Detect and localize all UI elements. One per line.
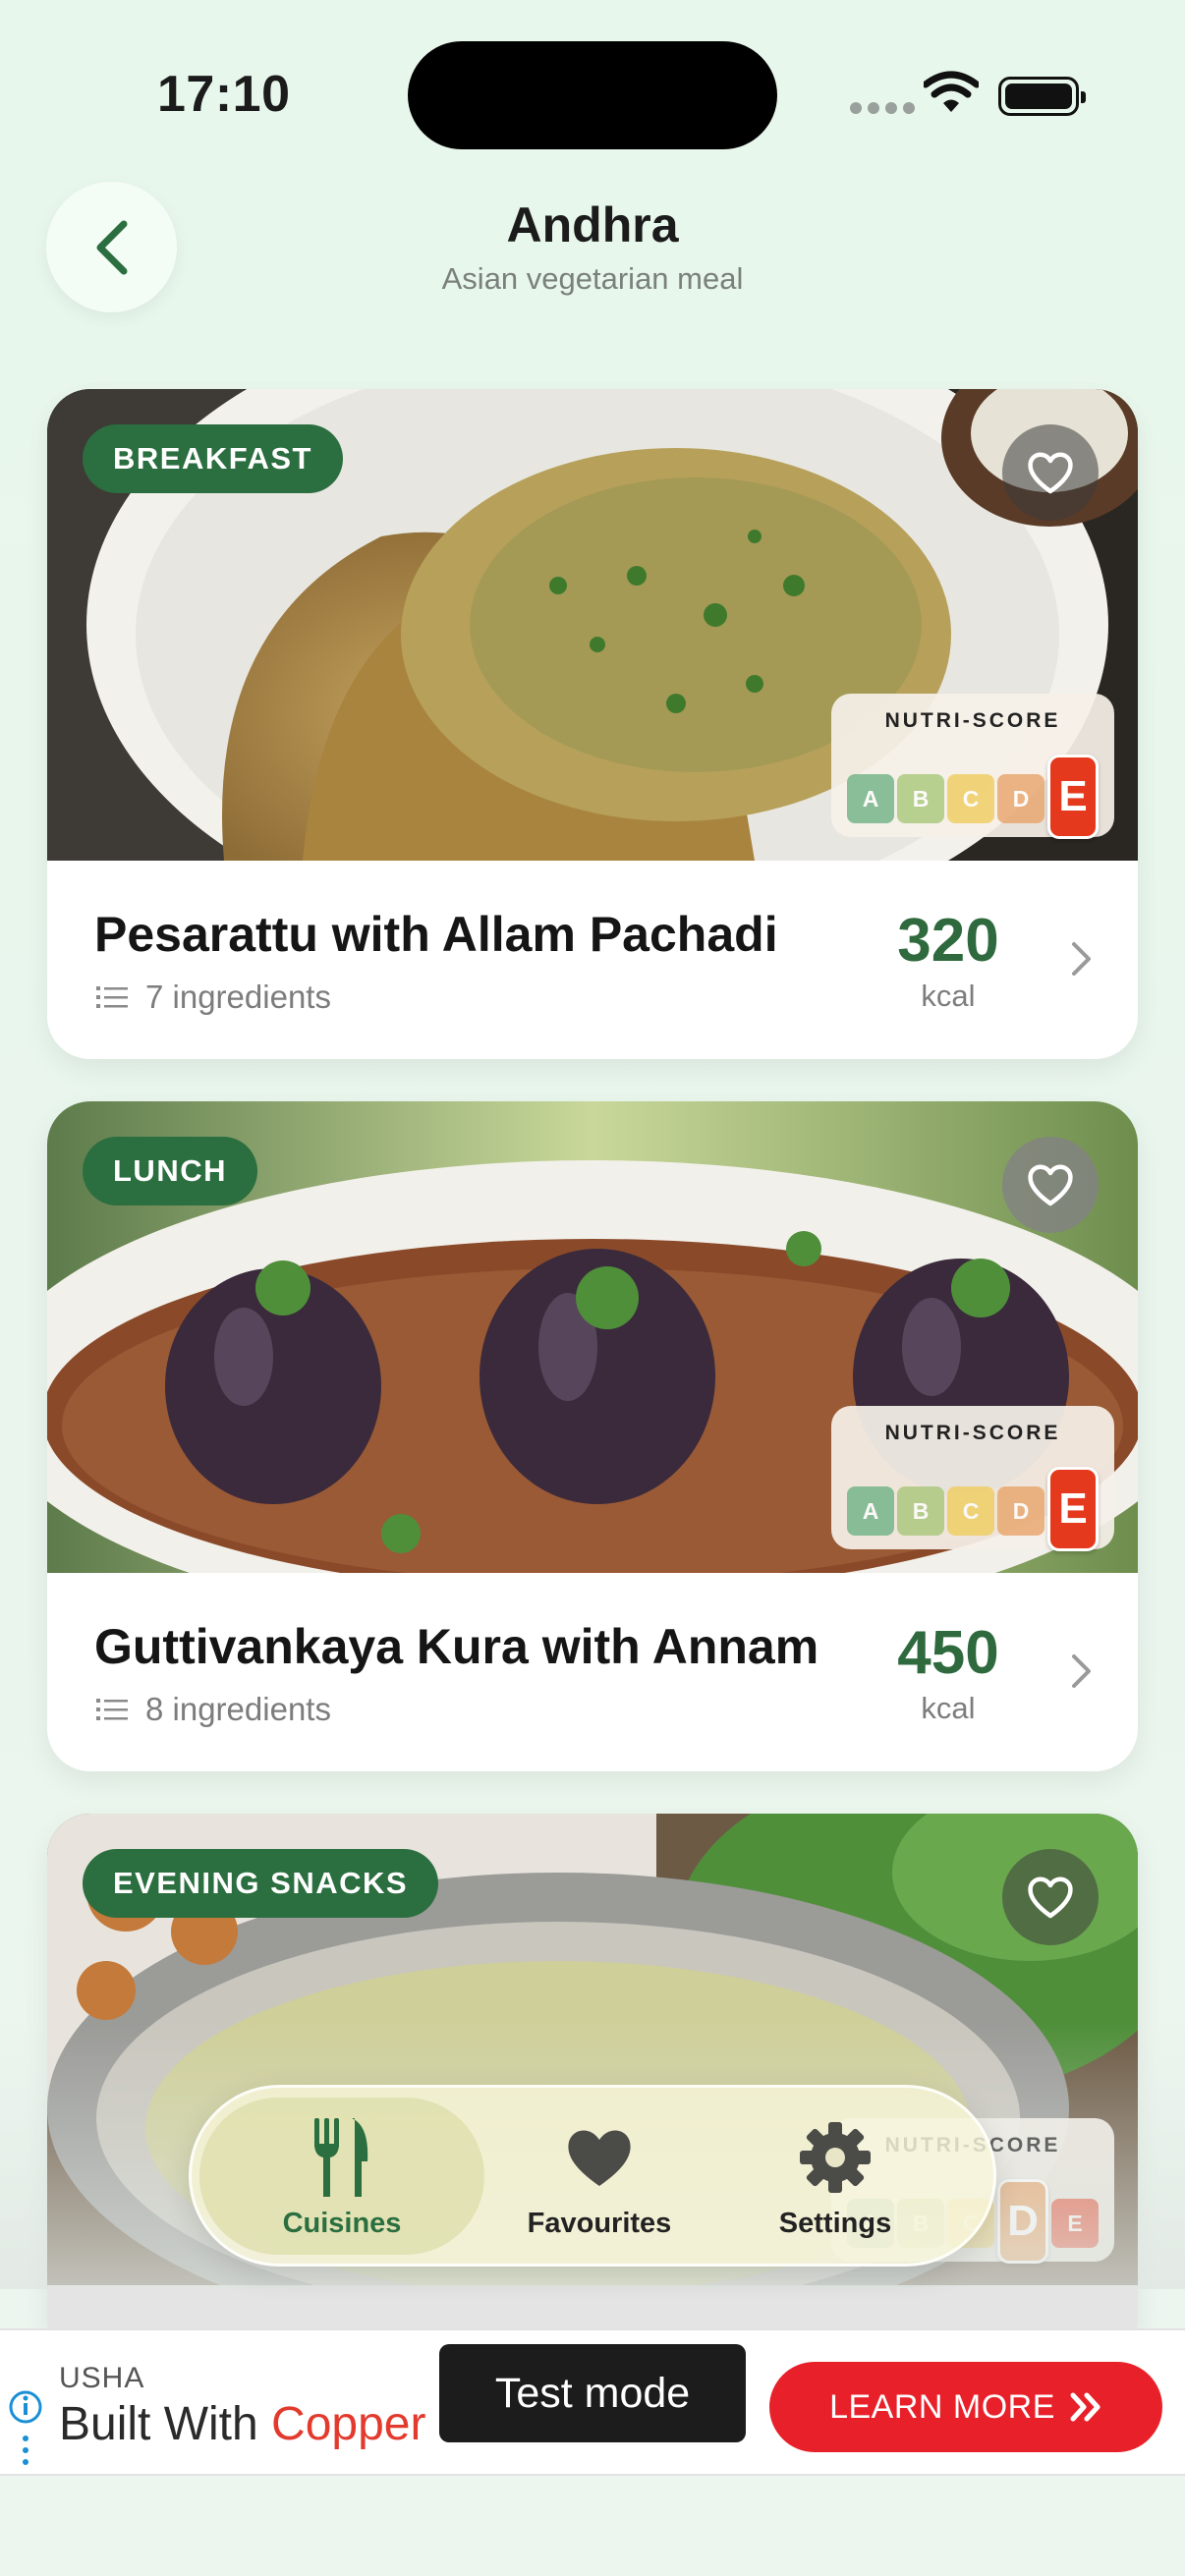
nutri-grade-a: A <box>847 774 894 823</box>
nutri-grade-b: B <box>897 1486 944 1536</box>
gear-icon <box>800 2121 871 2193</box>
kcal-unit: kcal <box>921 1691 976 1725</box>
tab-label: Settings <box>778 2207 892 2239</box>
page-subtitle: Asian vegetarian meal <box>441 261 744 296</box>
recipe-card[interactable]: LUNCH NUTRI-SCORE ABCDE Guttivankaya Kur… <box>47 1101 1138 1771</box>
tab-bar: Cuisines Favourites Settings <box>189 2085 996 2267</box>
ad-headline-start: Built With <box>59 2398 272 2450</box>
nutri-score-title: NUTRI-SCORE <box>884 709 1061 732</box>
nutri-grade-a: A <box>847 1486 894 1536</box>
ad-brand: USHA <box>59 2362 145 2394</box>
nutri-score-badge: NUTRI-SCORE ABCDE <box>831 694 1114 839</box>
ad-headline: Built With Copper <box>59 2397 425 2451</box>
page-title: Andhra <box>506 197 679 252</box>
nutri-grade-e: E <box>1047 755 1099 839</box>
nutri-score-badge: NUTRI-SCORE ABCDE <box>831 1406 1114 1551</box>
nutri-score-scale: ABCDE <box>847 1467 1101 1551</box>
ad-headline-highlight: Copper <box>271 2398 426 2450</box>
tab-label: Favourites <box>527 2207 672 2239</box>
list-icon <box>96 1699 128 1720</box>
nutri-score-title: NUTRI-SCORE <box>884 1422 1061 1444</box>
learn-more-button[interactable]: LEARN MORE <box>769 2362 1162 2452</box>
nutri-grade-c: C <box>947 774 994 823</box>
tab-settings[interactable]: Settings <box>722 2098 948 2255</box>
heart-outline-icon <box>1028 1876 1073 1919</box>
kcal-unit: kcal <box>921 979 976 1013</box>
kcal-value: 450 <box>897 1619 999 1687</box>
tab-cuisines[interactable]: Cuisines <box>199 2098 484 2255</box>
tab-label: Cuisines <box>282 2207 402 2239</box>
list-icon <box>96 986 128 1008</box>
recipe-name: Pesarattu with Allam Pachadi <box>94 907 778 962</box>
test-mode-label: Test mode <box>439 2344 746 2442</box>
cta-label: LEARN MORE <box>829 2387 1055 2426</box>
wifi-icon <box>924 71 979 112</box>
ingredients-label: 8 ingredients <box>145 1691 331 1727</box>
chevron-right-icon <box>1072 942 1091 976</box>
nutri-grade-c: C <box>947 1486 994 1536</box>
nutri-grade-b: B <box>897 774 944 823</box>
heart-outline-icon <box>1028 452 1073 494</box>
ad-banner[interactable]: USHA Built With Copper Test mode LEARN M… <box>0 2328 1185 2476</box>
ingredients-count: 8 ingredients <box>96 1691 331 1728</box>
chevron-right-icon <box>1072 1654 1091 1688</box>
ingredients-label: 7 ingredients <box>145 979 331 1015</box>
info-icon[interactable] <box>8 2389 43 2472</box>
meal-tag: LUNCH <box>83 1137 257 1205</box>
recipe-card[interactable]: BREAKFAST NUTRI-SCORE ABCDE Pesarattu wi… <box>47 389 1138 1059</box>
meal-tag: BREAKFAST <box>83 424 343 493</box>
fork-knife-icon <box>314 2117 368 2197</box>
favourite-button[interactable] <box>1002 1137 1099 1233</box>
heart-icon <box>568 2129 631 2186</box>
double-chevron-right-icon <box>1070 2392 1100 2422</box>
status-bar: 17:10 <box>0 0 1185 187</box>
cellular-signal-icon <box>850 102 915 114</box>
status-time: 17:10 <box>157 66 291 123</box>
tab-favourites[interactable]: Favourites <box>486 2098 712 2255</box>
recipe-name: Guttivankaya Kura with Annam <box>94 1619 819 1674</box>
nutri-grade-e: E <box>1047 1467 1099 1551</box>
nutri-grade-d: D <box>997 774 1044 823</box>
nutri-grade-d: D <box>997 1486 1044 1536</box>
ingredients-count: 7 ingredients <box>96 979 331 1016</box>
dynamic-island <box>408 41 777 149</box>
meal-tag: EVENING SNACKS <box>83 1849 439 1918</box>
battery-icon <box>998 77 1086 116</box>
favourite-button[interactable] <box>1002 1849 1099 1945</box>
heart-outline-icon <box>1028 1164 1073 1206</box>
favourite-button[interactable] <box>1002 424 1099 521</box>
kcal-value: 320 <box>897 907 999 975</box>
nutri-score-scale: ABCDE <box>847 755 1101 839</box>
